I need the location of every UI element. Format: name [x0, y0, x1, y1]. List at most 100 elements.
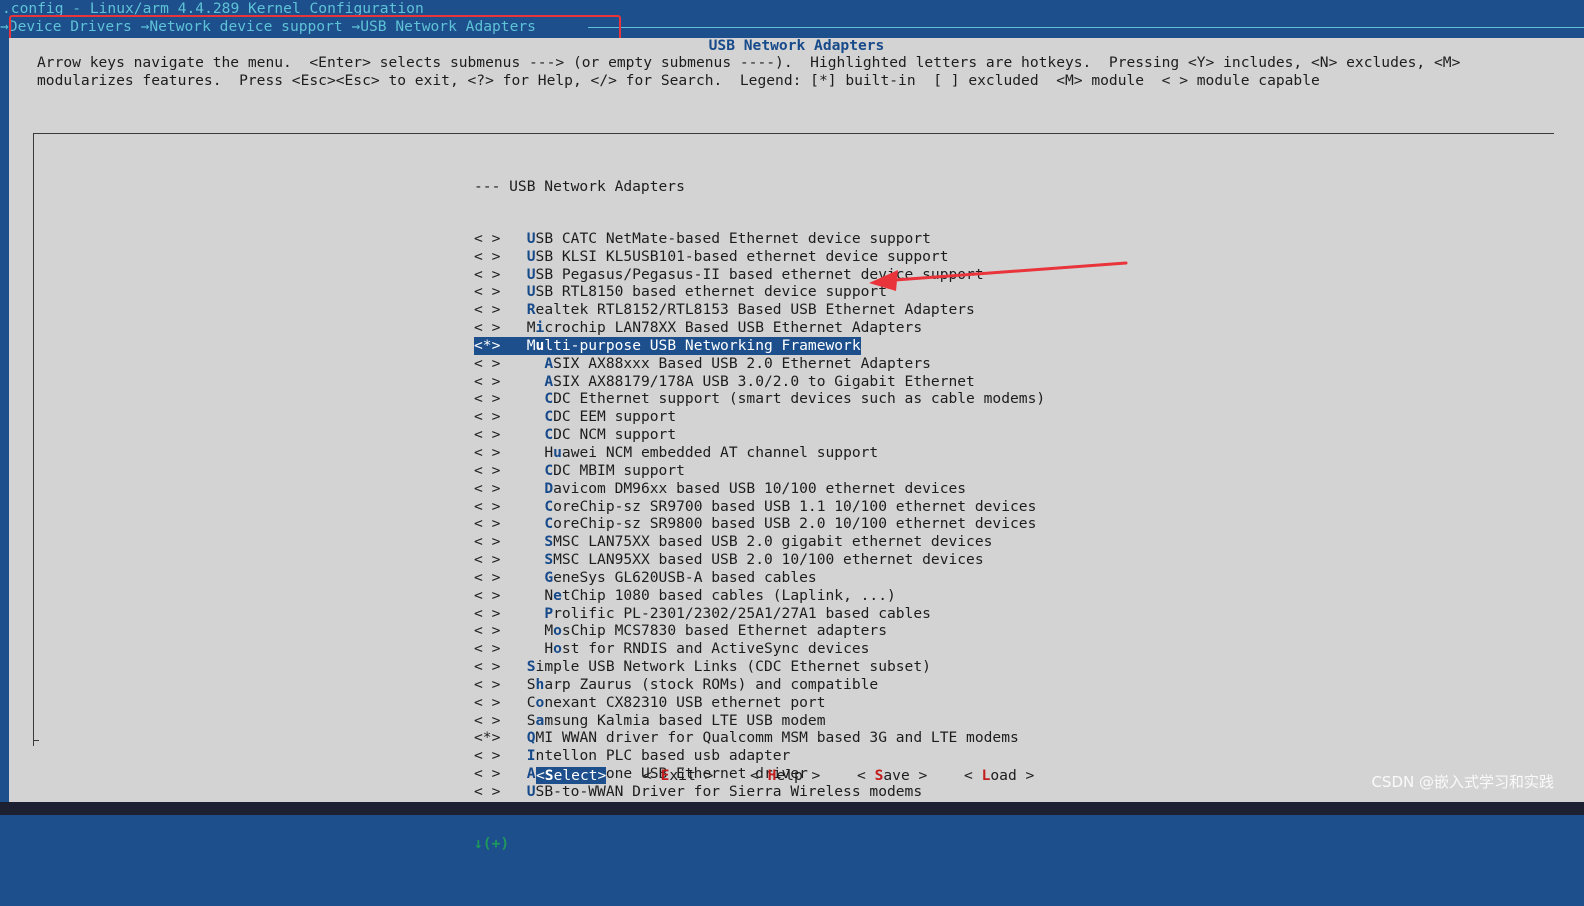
menu-item-state[interactable]: < > [474, 587, 500, 604]
menu-item-state[interactable]: < > [474, 355, 500, 372]
menu-item[interactable]: < > USB RTL8150 based ethernet device su… [474, 283, 1045, 301]
menu-item[interactable]: < > Huawei NCM embedded AT channel suppo… [474, 444, 1045, 462]
menu-item-hotkey: A [544, 372, 554, 390]
menu-item-state[interactable]: < > [474, 747, 500, 764]
menu-item-indent [509, 444, 544, 461]
select-button[interactable]: <Select> [536, 766, 607, 786]
menu-item-indent [509, 712, 527, 729]
menu-item-indent [509, 373, 544, 390]
menu-item[interactable]: < > Simple USB Network Links (CDC Ethern… [474, 658, 1045, 676]
menu-item-hotkey: S [544, 533, 554, 551]
menu-item-state[interactable]: < > [474, 462, 500, 479]
menu-item-state[interactable]: < > [474, 622, 500, 639]
menu-item[interactable]: < > Samsung Kalmia based LTE USB modem [474, 712, 1045, 730]
menu-item-hotkey: u [553, 443, 562, 461]
menu-item[interactable]: < > Host for RNDIS and ActiveSync device… [474, 640, 1045, 658]
menu-item[interactable]: <*> Multi-purpose USB Networking Framewo… [474, 336, 1045, 355]
menu-item-hotkey: U [526, 229, 536, 247]
menu-item-label: MSC LAN75XX based USB 2.0 gigabit ethern… [553, 533, 993, 551]
exit-button[interactable]: < Exit > [643, 766, 713, 786]
menu-item-label: SB Pegasus/Pegasus-II based ethernet dev… [535, 265, 984, 283]
menu-item-label: SB KLSI KL5USB101-based ethernet device … [535, 247, 949, 265]
menu-item-indent [509, 408, 544, 425]
menu-item-hotkey: S [526, 658, 536, 676]
menu-item-hotkey: Q [526, 729, 536, 747]
menu-item-state[interactable]: < > [474, 515, 500, 532]
menu-item-label: crochip LAN78XX Based USB Ethernet Adapt… [544, 319, 923, 337]
menu-item[interactable]: < > Microchip LAN78XX Based USB Ethernet… [474, 319, 1045, 337]
menu-item-state[interactable]: < > [474, 444, 500, 461]
menu-item-state[interactable]: <*> [474, 337, 500, 354]
menu-item-label: ealtek RTL8152/RTL8153 Based USB Etherne… [535, 301, 975, 319]
menu-item[interactable]: < > CDC Ethernet support (smart devices … [474, 390, 1045, 408]
menu-item-hotkey: C [544, 497, 554, 515]
menu-item-state[interactable]: < > [474, 605, 500, 622]
panel-title: USB Network Adapters [708, 37, 885, 54]
menu-item-label: MSC LAN95XX based USB 2.0 10/100 etherne… [553, 551, 984, 569]
menu-item-label: avicom DM96xx based USB 10/100 ethernet … [553, 479, 967, 497]
menu-item[interactable]: < > CDC MBIM support [474, 462, 1045, 480]
menu-item-label: DC MBIM support [553, 461, 685, 479]
menu-item-indent [509, 319, 527, 336]
menu-item-state[interactable]: < > [474, 390, 500, 407]
menu-item-state[interactable]: < > [474, 283, 500, 300]
menu-item-state[interactable]: < > [474, 569, 500, 586]
menu-item-hotkey: e [553, 586, 562, 604]
menu-item-state[interactable]: < > [474, 533, 500, 550]
help-button[interactable]: < Help > [750, 766, 820, 786]
menu-item-state[interactable]: < > [474, 266, 500, 283]
menu-item[interactable]: < > SMSC LAN75XX based USB 2.0 gigabit e… [474, 533, 1045, 551]
menu-item[interactable]: < > CDC EEM support [474, 408, 1045, 426]
menu-item[interactable]: < > Sharp Zaurus (stock ROMs) and compat… [474, 676, 1045, 694]
menu-item[interactable]: < > Davicom DM96xx based USB 10/100 ethe… [474, 480, 1045, 498]
menu-item-state[interactable]: < > [474, 676, 500, 693]
menu-item-state[interactable]: < > [474, 408, 500, 425]
menu-item-state[interactable]: < > [474, 551, 500, 568]
menu-item-indent [509, 658, 527, 675]
menu-item-label-prefix: C [526, 693, 536, 711]
menu-item-label-prefix: H [544, 640, 554, 658]
menu-item-hotkey: i [535, 319, 545, 337]
menu-item-state[interactable]: < > [474, 640, 500, 657]
menu-item-label: tChip 1080 based cables (Laplink, ...) [561, 586, 896, 604]
menu-item-label: SIX AX88179/178A USB 3.0/2.0 to Gigabit … [553, 372, 975, 390]
menu-item[interactable]: < > Intellon PLC based usb adapter [474, 747, 1045, 765]
menu-item[interactable]: < > Conexant CX82310 USB ethernet port [474, 694, 1045, 712]
menu-item[interactable]: < > SMSC LAN95XX based USB 2.0 10/100 et… [474, 551, 1045, 569]
menu-item[interactable]: < > USB CATC NetMate-based Ethernet devi… [474, 230, 1045, 248]
help-line-2: modularizes features. Press <Esc><Esc> t… [37, 72, 1320, 89]
menu-item-label-prefix: M [544, 622, 554, 640]
menu-item-state[interactable]: <*> [474, 729, 500, 746]
menu-item-state[interactable]: < > [474, 373, 500, 390]
menu-item-state[interactable]: < > [474, 480, 500, 497]
menu-item[interactable]: < > ASIX AX88xxx Based USB 2.0 Ethernet … [474, 355, 1045, 373]
menu-item[interactable]: < > GeneSys GL620USB-A based cables [474, 569, 1045, 587]
menu-item-state[interactable]: < > [474, 301, 500, 318]
menu-item[interactable]: < > USB KLSI KL5USB101-based ethernet de… [474, 248, 1045, 266]
menu-item[interactable]: < > NetChip 1080 based cables (Laplink, … [474, 587, 1045, 605]
menu-item[interactable]: <*> QMI WWAN driver for Qualcomm MSM bas… [474, 729, 1045, 747]
menu-item[interactable]: < > MosChip MCS7830 based Ethernet adapt… [474, 622, 1045, 640]
menu-item[interactable]: < > CDC NCM support [474, 426, 1045, 444]
menu-item-label-prefix: M [526, 336, 536, 354]
save-button[interactable]: < Save > [857, 766, 927, 786]
menu-item[interactable]: < > USB Pegasus/Pegasus-II based etherne… [474, 266, 1045, 284]
menu-item-indent [509, 551, 544, 568]
menu-item-state[interactable]: < > [474, 712, 500, 729]
menu-item-state[interactable]: < > [474, 694, 500, 711]
menu-item-state[interactable]: < > [474, 426, 500, 443]
menu-item-indent [509, 390, 544, 407]
menu-item-state[interactable]: < > [474, 248, 500, 265]
menu-item-state[interactable]: < > [474, 230, 500, 247]
menu-item-state[interactable]: < > [474, 319, 500, 336]
menu-item[interactable]: < > CoreChip-sz SR9700 based USB 1.1 10/… [474, 498, 1045, 516]
menu-item[interactable]: < > Realtek RTL8152/RTL8153 Based USB Et… [474, 301, 1045, 319]
menu-item[interactable]: < > ASIX AX88179/178A USB 3.0/2.0 to Gig… [474, 373, 1045, 391]
menu-item-state[interactable]: < > [474, 658, 500, 675]
menu-item-indent [509, 676, 527, 693]
menu-item[interactable]: < > Prolific PL-2301/2302/25A1/27A1 base… [474, 605, 1045, 623]
menu-item[interactable]: < > CoreChip-sz SR9800 based USB 2.0 10/… [474, 515, 1045, 533]
menu-item-state[interactable]: < > [474, 498, 500, 515]
load-button[interactable]: < Load > [964, 766, 1034, 786]
menu-item-hotkey: C [544, 408, 554, 426]
